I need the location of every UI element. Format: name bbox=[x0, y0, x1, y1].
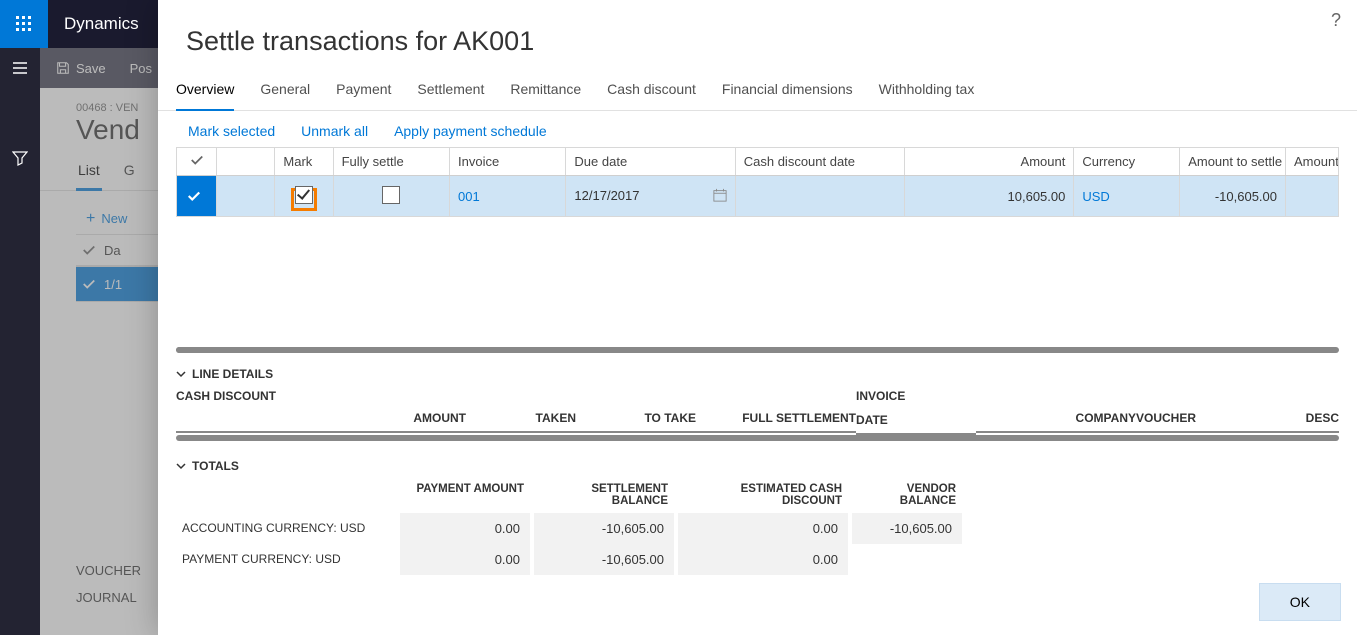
help-button[interactable]: ? bbox=[1331, 10, 1341, 31]
tab-overview[interactable]: Overview bbox=[176, 71, 234, 111]
tab-settlement[interactable]: Settlement bbox=[417, 71, 484, 110]
tab-withholding-tax[interactable]: Withholding tax bbox=[879, 71, 975, 110]
val-acct-payment: 0.00 bbox=[400, 513, 530, 544]
check-icon bbox=[190, 153, 204, 167]
val-acct-discount: 0.00 bbox=[678, 513, 848, 544]
row-payment-currency: PAYMENT CURRENCY: USD bbox=[176, 544, 396, 575]
col-ld-company: COMPANY bbox=[976, 405, 1136, 433]
calendar-icon[interactable] bbox=[713, 188, 727, 205]
col-ld-invoicedate: DATE bbox=[856, 407, 976, 435]
row-accounting-currency: ACCOUNTING CURRENCY: USD bbox=[176, 513, 396, 544]
th-payment-amount: PAYMENT AMOUNT bbox=[400, 483, 530, 513]
mark-checkbox[interactable] bbox=[295, 186, 313, 204]
col-ld-desc: DESC bbox=[1246, 405, 1339, 433]
th-settlement-balance: SETTLEMENT BALANCE bbox=[534, 483, 674, 513]
table-row[interactable]: 001 12/17/2017 10,605.00 USD -10,605.00 bbox=[177, 176, 1339, 217]
line-details-scrollbar[interactable] bbox=[176, 435, 1339, 441]
col-amount-to-settle[interactable]: Amount to settle bbox=[1180, 148, 1286, 176]
line-details-header[interactable]: LINE DETAILS bbox=[158, 355, 1357, 385]
currency-link[interactable]: USD bbox=[1082, 189, 1109, 204]
invoice-link[interactable]: 001 bbox=[458, 189, 480, 204]
mark-highlight bbox=[291, 188, 317, 211]
col-currency[interactable]: Currency bbox=[1074, 148, 1180, 176]
col-ld-taken: TAKEN bbox=[466, 405, 576, 433]
col-ld-amount: AMOUNT bbox=[376, 405, 466, 433]
val-pay-discount: 0.00 bbox=[678, 544, 848, 575]
hamburger-icon bbox=[12, 60, 28, 76]
apply-schedule-link[interactable]: Apply payment schedule bbox=[394, 123, 547, 139]
col-ld-fullsettlement: FULL SETTLEMENT bbox=[696, 405, 856, 433]
col-select-all[interactable] bbox=[177, 148, 217, 176]
grid-scrollbar[interactable] bbox=[176, 347, 1339, 353]
overview-actions: Mark selected Unmark all Apply payment s… bbox=[158, 111, 1357, 147]
due-date-value: 12/17/2017 bbox=[574, 188, 639, 203]
ok-button[interactable]: OK bbox=[1259, 583, 1341, 621]
cash-discount-date-cell[interactable] bbox=[735, 176, 904, 217]
hamburger-button[interactable] bbox=[0, 48, 40, 88]
unmark-all-link[interactable]: Unmark all bbox=[301, 123, 368, 139]
val-pay-payment: 0.00 bbox=[400, 544, 530, 575]
col-ld-totake: TO TAKE bbox=[576, 405, 696, 433]
waffle-icon bbox=[16, 16, 32, 32]
app-launcher[interactable] bbox=[0, 0, 48, 48]
col-due-date[interactable]: Due date bbox=[566, 148, 735, 176]
tab-general[interactable]: General bbox=[260, 71, 310, 110]
filter-button[interactable] bbox=[0, 138, 40, 178]
tab-cash-discount[interactable]: Cash discount bbox=[607, 71, 696, 110]
amount-cell: 10,605.00 bbox=[905, 176, 1074, 217]
tab-financial-dimensions[interactable]: Financial dimensions bbox=[722, 71, 853, 110]
transactions-grid: Mark Fully settle Invoice Due date Cash … bbox=[176, 147, 1339, 217]
amount2-cell bbox=[1286, 176, 1339, 217]
col-invoice[interactable]: Invoice bbox=[450, 148, 566, 176]
col-ld-voucher: VOUCHER bbox=[1136, 405, 1246, 433]
row-blank bbox=[217, 176, 275, 217]
collapse-icon bbox=[176, 369, 186, 379]
fully-settle-checkbox[interactable] bbox=[382, 186, 400, 204]
totals-grid: PAYMENT AMOUNT SETTLEMENT BALANCE ESTIMA… bbox=[158, 477, 1357, 575]
th-vendor-balance: VENDOR BALANCE bbox=[852, 483, 962, 513]
val-acct-settlement: -10,605.00 bbox=[534, 513, 674, 544]
col-amount2[interactable]: Amount bbox=[1286, 148, 1339, 176]
totals-header[interactable]: TOTALS bbox=[158, 447, 1357, 477]
due-date-cell[interactable]: 12/17/2017 bbox=[566, 176, 735, 217]
dialog-title: Settle transactions for AK001 bbox=[158, 0, 1357, 71]
collapse-icon bbox=[176, 461, 186, 471]
val-pay-vendor bbox=[852, 544, 962, 575]
col-mark[interactable]: Mark bbox=[275, 148, 333, 176]
row-selector[interactable] bbox=[177, 176, 217, 217]
tab-remittance[interactable]: Remittance bbox=[510, 71, 581, 110]
totals-title: TOTALS bbox=[192, 459, 239, 473]
val-pay-settlement: -10,605.00 bbox=[534, 544, 674, 575]
left-rail bbox=[0, 48, 40, 635]
filter-icon bbox=[12, 150, 28, 166]
brand-name: Dynamics bbox=[48, 14, 155, 34]
col-cash-discount-date[interactable]: Cash discount date bbox=[735, 148, 904, 176]
mark-selected-link[interactable]: Mark selected bbox=[188, 123, 275, 139]
val-acct-vendor: -10,605.00 bbox=[852, 513, 962, 544]
cash-discount-label: CASH DISCOUNT bbox=[176, 385, 376, 407]
col-fully-settle[interactable]: Fully settle bbox=[333, 148, 449, 176]
tab-payment[interactable]: Payment bbox=[336, 71, 391, 110]
col-blank bbox=[217, 148, 275, 176]
dialog-tabs: Overview General Payment Settlement Remi… bbox=[158, 71, 1357, 111]
col-amount[interactable]: Amount bbox=[905, 148, 1074, 176]
th-est-discount: ESTIMATED CASH DISCOUNT bbox=[678, 483, 848, 513]
settle-transactions-dialog: ? Settle transactions for AK001 Overview… bbox=[158, 0, 1357, 635]
line-details-title: LINE DETAILS bbox=[192, 367, 273, 381]
check-icon bbox=[187, 189, 201, 203]
amount-to-settle-cell[interactable]: -10,605.00 bbox=[1180, 176, 1286, 217]
